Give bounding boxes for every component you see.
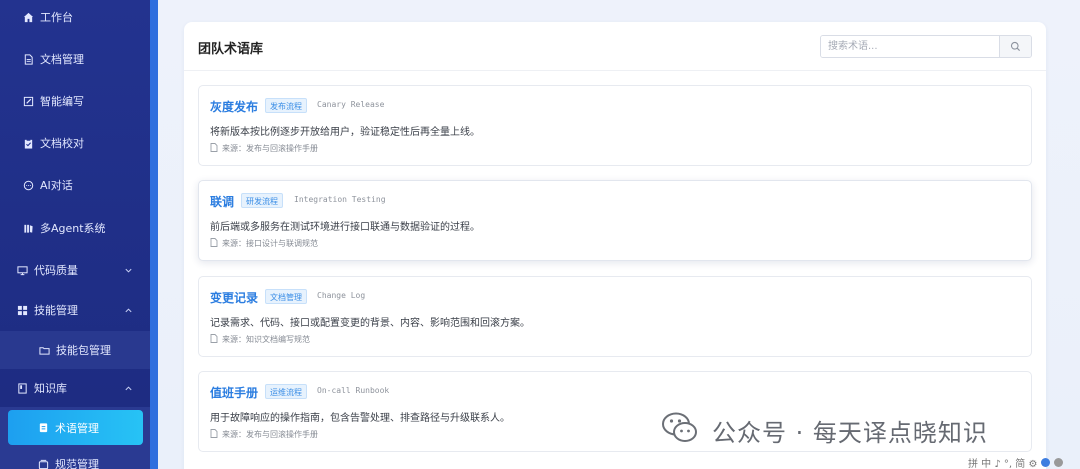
term-english: Canary Release <box>317 100 385 109</box>
sidebar-item-label: 规范管理 <box>55 458 99 469</box>
main-content: 团队术语库 灰度发布 发布流程 Canary Release 将新版本按比例逐步… <box>158 0 1080 469</box>
term-source: 来源：接口设计与联调规范 <box>210 238 318 249</box>
term-category-tag: 研发流程 <box>241 193 283 208</box>
sidebar-item-multi-agent[interactable]: 多Agent系统 <box>0 209 150 247</box>
sidebar-item-ai-chat[interactable]: AI对话 <box>0 166 150 204</box>
ime-help-icon <box>1054 458 1064 467</box>
sidebar-item-knowledge-base[interactable]: 知识库 <box>0 369 150 407</box>
clipboard-check-icon <box>22 137 34 149</box>
ime-toolbar[interactable]: 拼 中 ♪ °, 简 ⚙ <box>968 455 1064 469</box>
file-icon <box>210 238 222 249</box>
term-category-tag: 文档管理 <box>265 289 307 304</box>
sidebar-item-label: 知识库 <box>34 382 67 395</box>
file-icon <box>210 143 222 154</box>
sidebar-item-workbench[interactable]: 工作台 <box>0 0 150 36</box>
home-icon <box>22 11 34 23</box>
sidebar-item-label: 技能管理 <box>34 304 78 317</box>
sidebar-item-label: 代码质量 <box>34 264 78 277</box>
panel-header: 团队术语库 <box>184 22 1046 71</box>
sidebar-item-standards[interactable]: 规范管理 <box>0 445 150 469</box>
agents-icon <box>22 222 34 234</box>
term-description: 将新版本按比例逐步开放给用户，验证稳定性后再全量上线。 <box>210 127 480 138</box>
sidebar-item-label: 智能编写 <box>40 95 84 108</box>
file-icon <box>210 334 222 345</box>
term-category-tag: 发布流程 <box>265 98 307 113</box>
term-source-text: 来源：接口设计与联调规范 <box>222 239 318 248</box>
sidebar-item-label: 文档校对 <box>40 137 84 150</box>
sidebar-item-label: 术语管理 <box>55 421 99 435</box>
term-source-text: 来源：发布与回滚操作手册 <box>222 144 318 153</box>
ime-text: 拼 中 ♪ °, 简 ⚙ <box>968 459 1038 469</box>
search-input[interactable] <box>821 36 999 57</box>
term-english: On-call Runbook <box>317 386 390 395</box>
term-english: Integration Testing <box>294 195 386 204</box>
term-name: 灰度发布 <box>210 100 259 114</box>
sidebar-item-skill-packages[interactable]: 技能包管理 <box>0 331 150 369</box>
term-category-tag: 运维流程 <box>265 384 307 399</box>
term-card[interactable]: 灰度发布 发布流程 Canary Release 将新版本按比例逐步开放给用户，… <box>198 85 1032 166</box>
term-name: 变更记录 <box>210 291 259 305</box>
sidebar-item-term-management[interactable]: 术语管理 <box>8 410 143 445</box>
chat-icon <box>22 179 34 191</box>
term-source-text: 来源：发布与回滚操作手册 <box>222 430 318 439</box>
sidebar-item-proofreading[interactable]: 文档校对 <box>0 124 150 162</box>
sidebar-item-documents[interactable]: 文档管理 <box>0 40 150 78</box>
term-source-text: 来源：知识文档编写规范 <box>222 335 310 344</box>
term-source: 来源：知识文档编写规范 <box>210 334 310 345</box>
document-icon <box>22 53 34 65</box>
search-icon <box>1010 37 1021 56</box>
term-description: 记录需求、代码、接口或配置变更的背景、内容、影响范围和回滚方案。 <box>210 318 530 329</box>
sidebar-item-label: 技能包管理 <box>56 344 111 357</box>
sidebar-item-label: 文档管理 <box>40 53 84 66</box>
grid-icon <box>16 304 28 316</box>
file-icon <box>210 429 222 440</box>
term-name: 联调 <box>210 195 235 209</box>
folder-icon <box>38 344 50 356</box>
sidebar-item-label: AI对话 <box>40 179 73 192</box>
term-name: 值班手册 <box>210 386 259 400</box>
term-library-panel: 团队术语库 灰度发布 发布流程 Canary Release 将新版本按比例逐步… <box>184 22 1046 469</box>
watermark: 公众号 · 每天译点晓知识 <box>660 407 988 453</box>
edit-icon <box>22 95 34 107</box>
page-title: 团队术语库 <box>198 42 264 57</box>
term-icon <box>37 422 49 434</box>
chevron-up-icon[interactable] <box>124 305 134 315</box>
term-description: 前后端或多服务在测试环境进行接口联通与数据验证的过程。 <box>210 222 480 233</box>
term-source: 来源：发布与回滚操作手册 <box>210 143 318 154</box>
monitor-icon <box>16 264 28 276</box>
sidebar-item-label: 工作台 <box>40 11 73 24</box>
ime-status-icon <box>1041 458 1051 467</box>
standard-icon <box>37 458 49 469</box>
chevron-up-icon[interactable] <box>124 383 134 393</box>
watermark-text: 公众号 · 每天译点晓知识 <box>712 418 988 447</box>
search-box <box>820 35 1032 58</box>
term-english: Change Log <box>317 291 366 300</box>
sidebar-item-smart-writing[interactable]: 智能编写 <box>0 82 150 120</box>
term-source: 来源：发布与回滚操作手册 <box>210 429 318 440</box>
term-card[interactable]: 变更记录 文档管理 Change Log 记录需求、代码、接口或配置变更的背景、… <box>198 276 1032 357</box>
sidebar: 工作台 文档管理 智能编写 文档校对 AI对话 多Agent系统 代码质量 技能… <box>0 0 150 469</box>
term-card[interactable]: 联调 研发流程 Integration Testing 前后端或多服务在测试环境… <box>198 180 1032 261</box>
term-description: 用于故障响应的操作指南，包含告警处理、排查路径与升级联系人。 <box>210 413 510 424</box>
sidebar-item-code-quality[interactable]: 代码质量 <box>0 251 150 289</box>
sidebar-item-label: 多Agent系统 <box>40 222 106 235</box>
sidebar-item-skills[interactable]: 技能管理 <box>0 291 150 329</box>
sidebar-scrollbar[interactable] <box>150 0 158 469</box>
wechat-icon <box>660 407 712 453</box>
chevron-down-icon[interactable] <box>124 265 134 275</box>
search-button[interactable] <box>999 36 1031 57</box>
book-icon <box>16 382 28 394</box>
